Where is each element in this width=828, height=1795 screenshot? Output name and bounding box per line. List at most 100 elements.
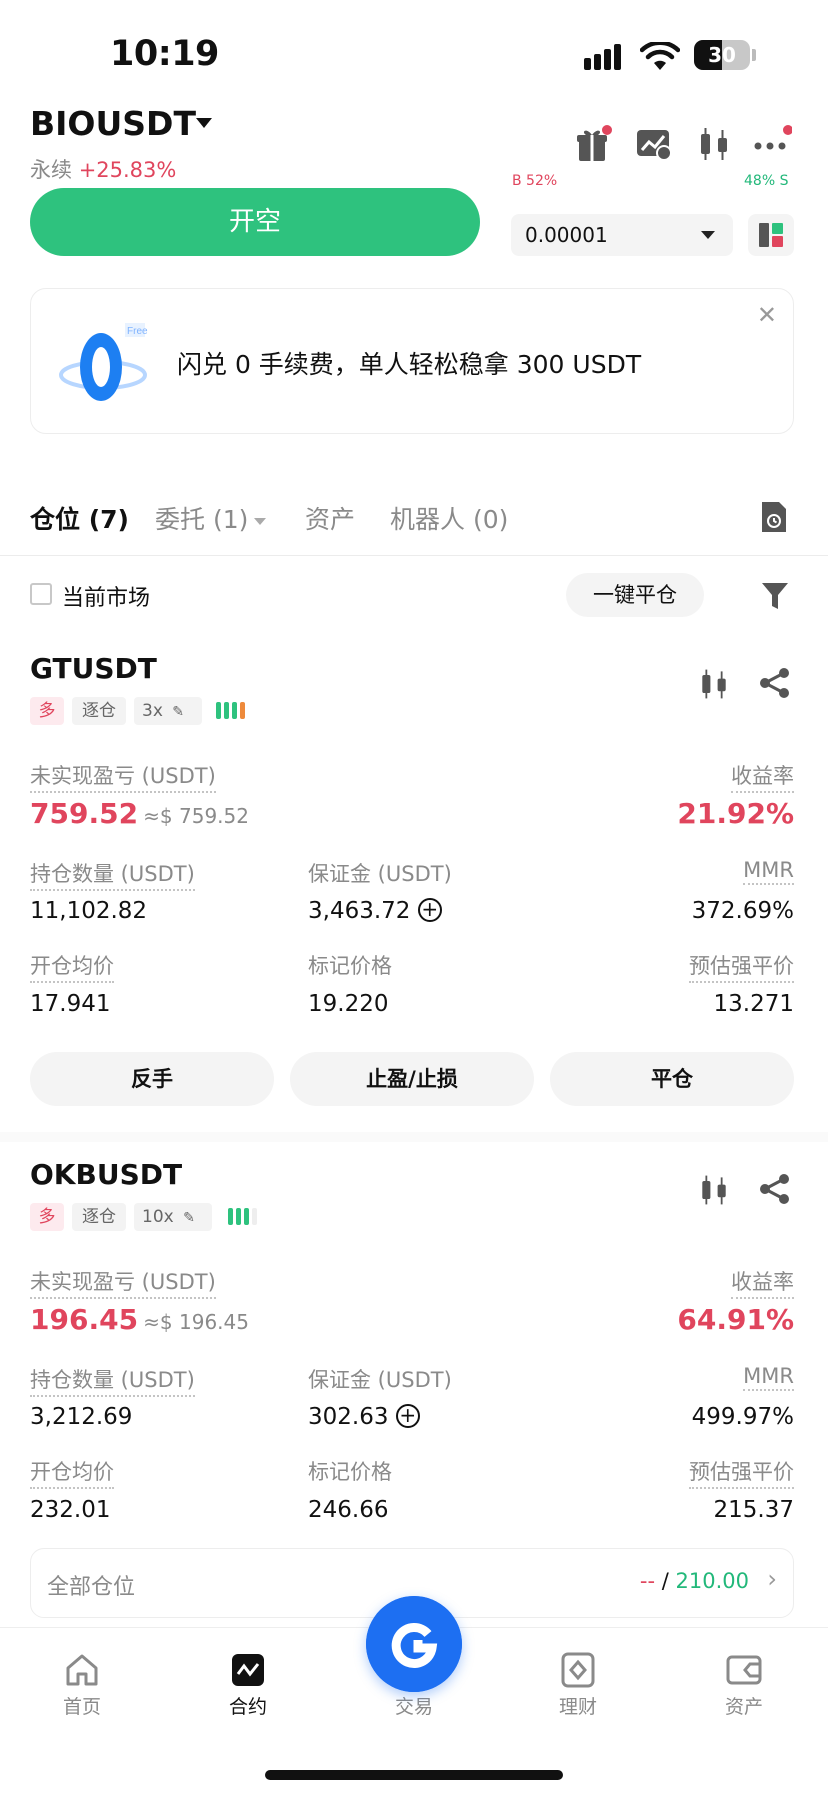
more-icon[interactable] [752, 124, 792, 164]
roi-value: 21.92% [677, 797, 794, 830]
tabs-divider [0, 555, 828, 556]
mark-price-label: 标记价格 [308, 954, 392, 978]
position-symbol[interactable]: OKBUSDT [30, 1158, 182, 1191]
position-separator [0, 1132, 828, 1142]
unrealized-pnl-value: 759.52 [30, 797, 139, 830]
risk-bar [216, 702, 221, 719]
cellular-signal-icon [584, 44, 621, 70]
candlestick-chart-icon[interactable] [696, 1172, 732, 1208]
promo-banner[interactable]: Free 闪兑 0 手续费，单人轻松稳拿 300 USDT ✕ [30, 288, 794, 434]
contract-info: 永续 +25.83% [30, 154, 176, 184]
add-margin-icon[interactable]: + [417, 898, 442, 922]
tab-orders-label: 委托 (1) [155, 505, 249, 534]
nav-earn[interactable]: 理财 [533, 1692, 623, 1719]
tp-sl-button[interactable]: 止盈/止损 [290, 1052, 534, 1106]
risk-bar [228, 1208, 233, 1225]
history-document-icon[interactable] [760, 500, 788, 534]
margin-label: 保证金 (USDT) [308, 862, 452, 886]
current-market-label: 当前市场 [62, 586, 151, 611]
analysis-icon[interactable] [634, 124, 674, 164]
close-all-button[interactable]: 一键平仓 [566, 573, 704, 617]
margin-value: 3,463.72 [308, 898, 411, 924]
futures-icon[interactable] [228, 1650, 268, 1690]
risk-level-bars [216, 702, 245, 719]
nav-trade[interactable]: 交易 [369, 1692, 459, 1719]
mark-price-value: 246.66 [308, 1497, 389, 1523]
mmr-label[interactable]: MMR [743, 858, 794, 885]
tab-bots[interactable]: 机器人 (0) [390, 500, 508, 536]
wallet-icon[interactable] [724, 1650, 764, 1690]
close-position-button[interactable]: 平仓 [550, 1052, 794, 1106]
layout-toggle-icon[interactable] [748, 214, 794, 256]
pnl-row: 759.52 ≈$ 759.52 [30, 797, 249, 830]
status-time: 10:19 [110, 34, 219, 74]
pnl-row: 196.45 ≈$ 196.45 [30, 1303, 249, 1336]
open-short-button[interactable]: 开空 [30, 188, 480, 256]
risk-bar [232, 702, 237, 719]
entry-price-value: 17.941 [30, 991, 111, 1017]
tab-positions[interactable]: 仓位 (7) [30, 500, 129, 536]
all-positions-values: -- / 210.00 [640, 1569, 749, 1593]
leverage-value: 3x [142, 701, 163, 721]
liq-price-label[interactable]: 预估强平价 [689, 950, 794, 983]
mmr-label[interactable]: MMR [743, 1364, 794, 1391]
chevron-down-icon [254, 517, 267, 525]
position-size-value: 11,102.82 [30, 898, 148, 924]
tab-assets[interactable]: 资产 [305, 500, 355, 536]
swap-zero-fee-logo-icon: Free [59, 323, 148, 401]
wifi-icon [640, 42, 680, 70]
symbol-title[interactable]: BIOUSDT [30, 104, 196, 143]
roi-label[interactable]: 收益率 [731, 1266, 794, 1299]
unrealized-pnl-label[interactable]: 未实现盈亏 (USDT) [30, 1266, 216, 1299]
gift-icon[interactable] [574, 124, 614, 164]
close-icon[interactable]: ✕ [757, 301, 777, 329]
share-icon[interactable] [758, 1172, 792, 1206]
risk-level-bars [228, 1208, 257, 1225]
contract-type: 永续 [30, 158, 72, 182]
share-icon[interactable] [758, 666, 792, 700]
symbol-dropdown-caret-icon[interactable] [196, 118, 212, 128]
reverse-button[interactable]: 反手 [30, 1052, 274, 1106]
price-step-select[interactable]: 0.00001 [511, 214, 733, 256]
liq-price-label[interactable]: 预估强平价 [689, 1456, 794, 1489]
tab-orders[interactable]: 委托 (1) [155, 500, 267, 536]
nav-futures[interactable]: 合约 [203, 1692, 293, 1719]
candlestick-chart-icon[interactable] [694, 124, 734, 164]
home-indicator [265, 1770, 563, 1780]
risk-bar [252, 1208, 257, 1225]
candlestick-chart-icon[interactable] [696, 666, 732, 702]
entry-price-label[interactable]: 开仓均价 [30, 950, 114, 983]
roi-label[interactable]: 收益率 [731, 760, 794, 793]
price-step-value: 0.00001 [525, 223, 608, 247]
current-market-checkbox[interactable] [30, 583, 52, 605]
margin-value-row: 302.63 + [308, 1404, 420, 1430]
chevron-down-icon [701, 231, 715, 239]
side-badge: 多 [30, 1203, 64, 1231]
leverage-badge[interactable]: 10x ✎ [134, 1203, 212, 1231]
margin-label: 保证金 (USDT) [308, 1368, 452, 1392]
roi-value: 64.91% [677, 1303, 794, 1336]
entry-price-label[interactable]: 开仓均价 [30, 1456, 114, 1489]
entry-price-value: 232.01 [30, 1497, 111, 1523]
position-symbol[interactable]: GTUSDT [30, 652, 157, 685]
trade-icon[interactable] [366, 1596, 462, 1692]
position-size-label[interactable]: 持仓数量 (USDT) [30, 858, 195, 891]
margin-mode-badge: 逐仓 [72, 1203, 126, 1231]
summary-left-value: -- [639, 1569, 656, 1593]
earn-icon[interactable] [558, 1650, 598, 1690]
margin-value-row: 3,463.72 + [308, 898, 442, 924]
edit-pencil-icon: ✎ [183, 1210, 195, 1226]
leverage-badge[interactable]: 3x ✎ [134, 697, 202, 725]
add-margin-icon[interactable]: + [395, 1404, 420, 1428]
unrealized-pnl-label[interactable]: 未实现盈亏 (USDT) [30, 760, 216, 793]
mark-price-label: 标记价格 [308, 1460, 392, 1484]
nav-home[interactable]: 首页 [37, 1692, 127, 1719]
home-icon[interactable] [62, 1650, 102, 1690]
mmr-value: 372.69% [691, 898, 794, 924]
position-size-label[interactable]: 持仓数量 (USDT) [30, 1364, 195, 1397]
summary-right-value: 210.00 [675, 1569, 749, 1593]
all-positions-label: 全部仓位 [47, 1575, 136, 1600]
filter-funnel-icon[interactable] [760, 580, 790, 612]
nav-assets[interactable]: 资产 [699, 1692, 789, 1719]
chevron-right-icon: › [767, 1565, 777, 1593]
